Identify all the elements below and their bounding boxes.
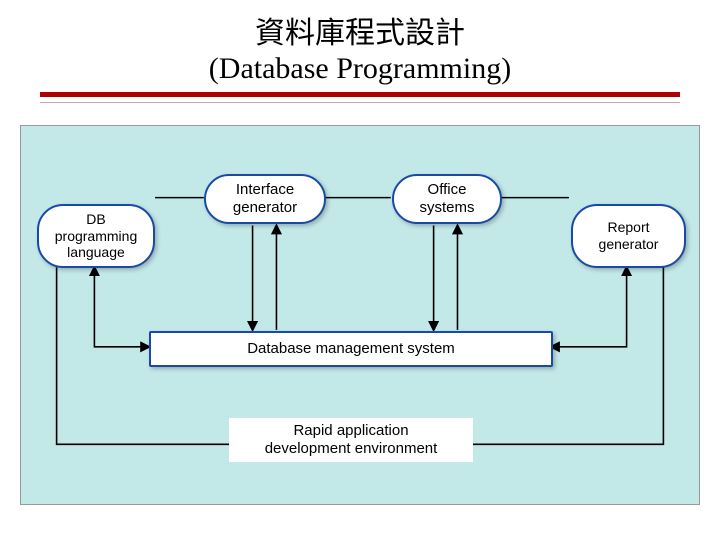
node-dbms: Database management system bbox=[149, 331, 553, 367]
node-rad-environment: Rapid applicationdevelopment environment bbox=[229, 418, 473, 462]
title-english: (Database Programming) bbox=[0, 52, 720, 86]
accent-bar bbox=[40, 92, 680, 97]
title-chinese: 資料庫程式設計 bbox=[0, 8, 720, 52]
accent-shadow bbox=[40, 102, 680, 103]
diagram-canvas: DBprogramminglanguage Interfacegenerator… bbox=[20, 125, 700, 505]
node-interface-generator: Interfacegenerator bbox=[204, 174, 326, 224]
node-office-systems: Officesystems bbox=[392, 174, 502, 224]
node-report-generator: Reportgenerator bbox=[571, 204, 686, 268]
node-db-programming-language: DBprogramminglanguage bbox=[37, 204, 155, 268]
